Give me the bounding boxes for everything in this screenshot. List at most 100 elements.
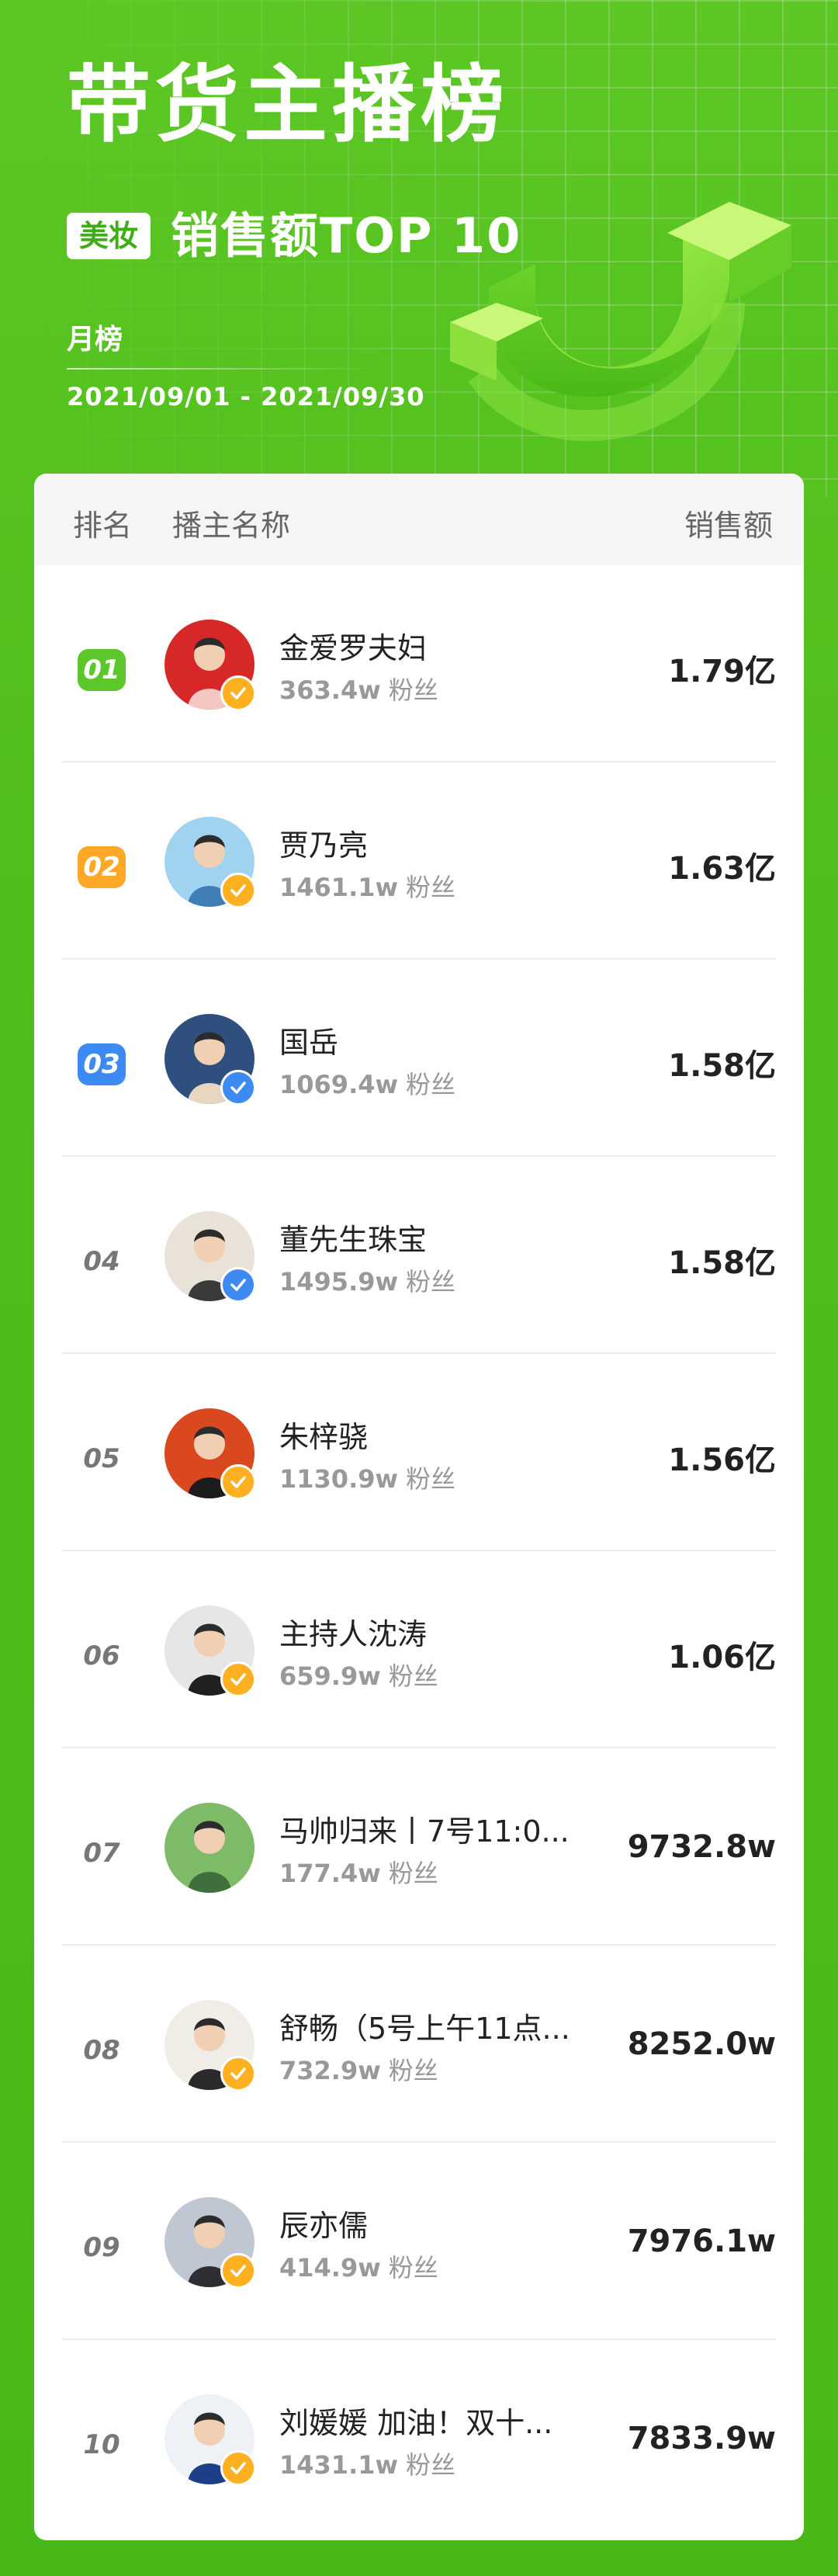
sales-amount: 9732.8w	[627, 1829, 776, 1865]
sales-amount: 8252.0w	[627, 2026, 776, 2062]
table-header: 排名 播主名称 销售额	[34, 474, 804, 565]
fans-count: 1069.4w 粉丝	[279, 1065, 455, 1101]
fans-label: 粉丝	[406, 1070, 456, 1099]
fans-label: 粉丝	[388, 1859, 438, 1888]
avatar[interactable]	[164, 817, 256, 908]
sales-amount: 1.58亿	[668, 1048, 776, 1084]
ranking-row[interactable]: 07 马帅归来丨7号11:0... 177.4w 粉丝 9732.8w	[34, 1748, 804, 1946]
sales-amount: 7976.1w	[627, 2224, 776, 2259]
fans-label: 粉丝	[406, 1267, 456, 1297]
streamer-name[interactable]: 马帅归来丨7号11:0...	[279, 1807, 605, 1850]
rank-badge: 01	[78, 649, 126, 691]
ranking-row[interactable]: 10 刘媛媛 加油！双十... 1431.1w 粉丝 7833.9w	[34, 2340, 804, 2537]
verified-check-icon	[220, 2056, 256, 2092]
rank-number: 09	[83, 2232, 120, 2263]
date-range: 2021/09/01 - 2021/09/30	[67, 382, 425, 411]
streamer-name[interactable]: 主持人沈涛	[279, 1610, 605, 1653]
streamer-name[interactable]: 贾乃亮	[279, 821, 605, 864]
ranking-row[interactable]: 01 金爱罗夫妇 363.4w 粉丝 1.79亿	[34, 565, 804, 762]
column-header-name: 播主名称	[172, 509, 291, 543]
avatar[interactable]	[164, 1803, 255, 1893]
verified-check-icon	[220, 1661, 256, 1697]
avatar[interactable]	[164, 2197, 256, 2289]
avatar[interactable]	[164, 620, 256, 711]
divider	[67, 368, 377, 370]
avatar[interactable]	[164, 1014, 256, 1106]
rank-number: 10	[83, 2429, 120, 2460]
streamer-name[interactable]: 刘媛媛 加油！双十...	[279, 2399, 605, 2442]
rank-number: 08	[83, 2035, 120, 2066]
ranking-row[interactable]: 06 主持人沈涛 659.9w 粉丝 1.06亿	[34, 1551, 804, 1748]
ranking-row[interactable]: 04 董先生珠宝 1495.9w 粉丝 1.58亿	[34, 1157, 804, 1354]
ranking-row[interactable]: 02 贾乃亮 1461.1w 粉丝 1.63亿	[34, 762, 804, 960]
page-title: 带货主播榜	[67, 57, 510, 154]
rank-badge: 02	[78, 846, 126, 888]
fans-number: 1130.9w	[279, 1464, 399, 1494]
fans-count: 1431.1w 粉丝	[279, 2446, 455, 2481]
sales-amount: 1.06亿	[668, 1640, 776, 1675]
column-header-rank: 排名	[73, 509, 133, 543]
fans-label: 粉丝	[388, 1661, 438, 1691]
ranking-row[interactable]: 05 朱梓骁 1130.9w 粉丝 1.56亿	[34, 1354, 804, 1551]
ranking-row[interactable]: 08 舒畅（5号上午11点... 732.9w 粉丝 8252.0w	[34, 1946, 804, 2143]
rank-number: 06	[83, 1640, 120, 1672]
fans-number: 659.9w	[279, 1661, 381, 1691]
fans-label: 粉丝	[388, 2056, 438, 2085]
category-badge: 美妆	[67, 213, 151, 259]
fans-label: 粉丝	[388, 675, 438, 705]
streamer-name[interactable]: 国岳	[279, 1019, 605, 1061]
sales-amount: 1.58亿	[668, 1245, 776, 1281]
streamer-name[interactable]: 舒畅（5号上午11点...	[279, 2005, 605, 2047]
fans-number: 414.9w	[279, 2253, 381, 2283]
avatar[interactable]	[164, 2394, 256, 2486]
fans-count: 363.4w 粉丝	[279, 671, 438, 706]
streamer-name[interactable]: 金爱罗夫妇	[279, 624, 605, 667]
rank-badge: 03	[78, 1043, 126, 1085]
verified-check-icon	[220, 675, 256, 711]
fans-count: 1130.9w 粉丝	[279, 1460, 455, 1495]
verified-check-icon	[220, 1070, 256, 1106]
sales-amount: 1.63亿	[668, 851, 776, 887]
fans-number: 732.9w	[279, 2056, 381, 2085]
fans-label: 粉丝	[406, 873, 456, 902]
fans-number: 363.4w	[279, 675, 381, 705]
rank-number: 07	[83, 1838, 120, 1869]
period-label: 月榜	[67, 324, 123, 356]
avatar[interactable]	[164, 1408, 256, 1500]
fans-number: 1069.4w	[279, 1070, 399, 1099]
ranking-row[interactable]: 03 国岳 1069.4w 粉丝 1.58亿	[34, 960, 804, 1157]
verified-check-icon	[220, 873, 256, 908]
ranking-subtitle: 销售额TOP 10	[171, 207, 522, 264]
fans-count: 1495.9w 粉丝	[279, 1262, 455, 1298]
fans-count: 414.9w 粉丝	[279, 2248, 438, 2284]
fans-label: 粉丝	[406, 1464, 456, 1494]
fans-count: 659.9w 粉丝	[279, 1657, 438, 1692]
avatar[interactable]	[164, 1606, 256, 1697]
fans-label: 粉丝	[406, 2450, 456, 2480]
streamer-name[interactable]: 董先生珠宝	[279, 1216, 605, 1258]
fans-label: 粉丝	[388, 2253, 438, 2283]
subtitle-row: 美妆 销售额TOP 10	[67, 208, 521, 264]
sales-amount: 1.79亿	[668, 654, 776, 689]
verified-check-icon	[220, 2253, 256, 2289]
rank-number: 04	[83, 1246, 120, 1277]
verified-check-icon	[220, 2450, 256, 2486]
sales-amount: 7833.9w	[627, 2421, 776, 2456]
streamer-name[interactable]: 辰亦儒	[279, 2202, 605, 2244]
fans-number: 1431.1w	[279, 2450, 399, 2480]
fans-number: 1495.9w	[279, 1267, 399, 1297]
verified-check-icon	[220, 1267, 256, 1303]
streamer-name[interactable]: 朱梓骁	[279, 1413, 605, 1456]
fans-number: 1461.1w	[279, 873, 399, 902]
avatar[interactable]	[164, 1211, 256, 1303]
ranking-card: 排名 播主名称 销售额 01 金爱罗夫妇 363.4w 粉丝 1.79亿 02 贾乃亮 146…	[34, 474, 804, 2540]
avatar[interactable]	[164, 2000, 256, 2092]
sales-amount: 1.56亿	[668, 1442, 776, 1478]
avatar-image	[164, 1803, 255, 1893]
ranking-row[interactable]: 09 辰亦儒 414.9w 粉丝 7976.1w	[34, 2143, 804, 2340]
column-header-sales: 销售额	[684, 509, 773, 543]
rank-number: 05	[83, 1443, 120, 1474]
fans-count: 732.9w 粉丝	[279, 2051, 438, 2087]
fans-count: 1461.1w 粉丝	[279, 868, 455, 904]
verified-check-icon	[220, 1464, 256, 1500]
